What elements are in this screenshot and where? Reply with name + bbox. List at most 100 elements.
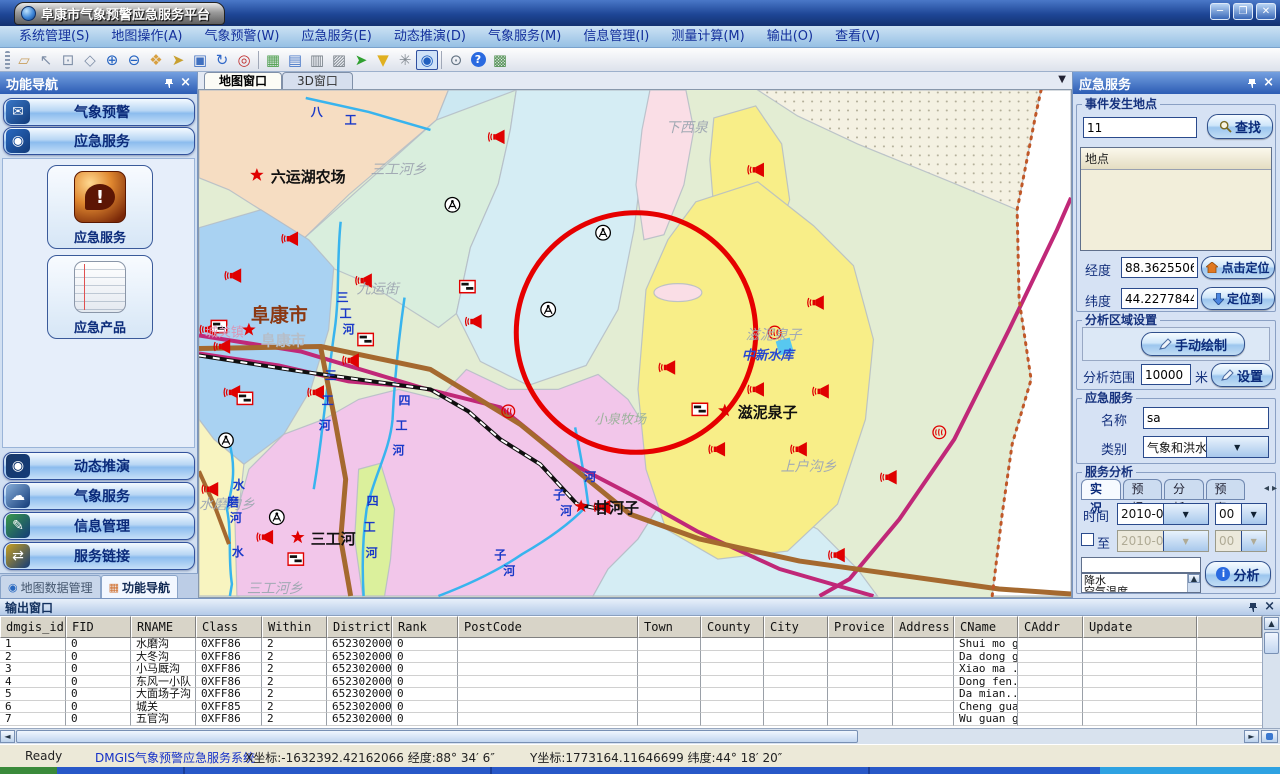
column-header[interactable]: City — [764, 616, 828, 638]
chevron-down-icon[interactable]: ▼ — [1206, 437, 1269, 457]
globe-service-icon[interactable]: ◉ — [416, 50, 438, 70]
output-vertical-scrollbar[interactable]: ▲ — [1262, 616, 1280, 728]
table-row[interactable]: 50大面场子沟0XFF8626523020000Da mian... — [0, 688, 1262, 701]
location-keyword-input[interactable] — [1083, 117, 1197, 138]
column-header[interactable]: Class — [196, 616, 262, 638]
tab-scroll-right-icon[interactable]: ▸ — [1272, 483, 1277, 494]
close-icon[interactable]: × — [1264, 601, 1275, 613]
analysis-range-input[interactable] — [1141, 364, 1191, 385]
menu-item[interactable]: 查看(V) — [824, 26, 891, 47]
scroll-right-icon[interactable]: ► — [1244, 730, 1259, 743]
menu-item[interactable]: 应急服务(E) — [290, 26, 382, 47]
service-type-select[interactable]: 气象和洪水灾害 ▼ — [1143, 436, 1269, 458]
column-header[interactable]: Update — [1083, 616, 1197, 638]
factor-combo[interactable] — [1081, 557, 1201, 573]
date-select[interactable]: 2010-08-13▼ — [1117, 503, 1209, 525]
column-header[interactable]: dmgis_id — [0, 616, 66, 638]
pin-marker-icon[interactable]: ▼ — [372, 50, 394, 70]
tab-实况[interactable]: 实况 — [1081, 479, 1121, 499]
service-link-group[interactable]: ⇄服务链接 — [3, 542, 195, 570]
click-locate-button[interactable]: 点击定位 — [1201, 256, 1275, 279]
green-pointer-icon[interactable]: ➤ — [350, 50, 372, 70]
output-horizontal-scrollbar[interactable]: ◄ ► — [0, 728, 1280, 744]
shortcut-emergency-product[interactable]: 应急产品 — [47, 255, 153, 339]
close-button[interactable]: ✕ — [1256, 3, 1276, 20]
table-row[interactable]: 20大冬沟0XFF8626523020000Da dong gou — [0, 651, 1262, 664]
hour-select[interactable]: 00▼ — [1215, 503, 1267, 525]
pin-icon[interactable] — [1247, 78, 1257, 89]
station-flag-icon[interactable] — [692, 403, 708, 415]
menu-item[interactable]: 气象服务(M) — [477, 26, 572, 47]
map-canvas[interactable]: 六运湖农场三工河乡下西泉九运街阜康市城关镇阜康市滋泥泉子中新水库滋泥泉子小泉牧场… — [198, 90, 1072, 598]
table-row[interactable]: 70五官沟0XFF8626523020000Wu guan gou — [0, 713, 1262, 726]
taskbar-tray-segment[interactable] — [1100, 767, 1280, 774]
print-preview-icon[interactable]: ▨ — [328, 50, 350, 70]
map-window-dropdown-icon[interactable]: ▼ — [1058, 74, 1066, 85]
column-header[interactable]: County — [701, 616, 764, 638]
eye-icon[interactable]: ⊙ — [445, 50, 467, 70]
location-list[interactable]: 地点 — [1080, 147, 1272, 251]
column-header[interactable]: Within — [262, 616, 327, 638]
shortcut-emergency-service[interactable]: ! 应急服务 — [47, 165, 153, 249]
set-range-button[interactable]: 设置 — [1211, 363, 1273, 387]
to-checkbox[interactable] — [1081, 533, 1094, 546]
tab-预案[interactable]: 预案 — [1206, 479, 1246, 499]
longitude-input[interactable] — [1121, 257, 1198, 278]
pan-icon[interactable]: ❖ — [145, 50, 167, 70]
table-row[interactable]: 30小马厩沟0XFF8626523020000Xiao ma ... — [0, 663, 1262, 676]
settings-gear-icon[interactable]: ✳ — [394, 50, 416, 70]
menu-item[interactable]: 测量计算(M) — [660, 26, 755, 47]
tab-功能导航[interactable]: ▦功能导航 — [101, 575, 178, 598]
taskbar-start-segment[interactable] — [0, 767, 57, 774]
refresh-icon[interactable]: ↻ — [211, 50, 233, 70]
weather-service-group[interactable]: ☁气象服务 — [3, 482, 195, 510]
zoom-out-icon[interactable]: ⊖ — [123, 50, 145, 70]
table-row[interactable]: 10水磨沟0XFF8626523020000Shui mo gou — [0, 638, 1262, 651]
snapshot-icon[interactable]: ▩ — [489, 50, 511, 70]
close-icon[interactable]: × — [180, 77, 191, 89]
chevron-down-icon[interactable]: ▼ — [1163, 504, 1209, 524]
menu-item[interactable]: 地图操作(A) — [100, 26, 193, 47]
map-export-icon[interactable]: ▦ — [262, 50, 284, 70]
scroll-up-icon[interactable]: ▲ — [1264, 617, 1279, 630]
info-management-group[interactable]: ✎信息管理 — [3, 512, 195, 540]
print-icon[interactable]: ▥ — [306, 50, 328, 70]
locate-to-button[interactable]: 定位到 — [1201, 287, 1275, 310]
manual-draw-button[interactable]: 手动绘制 — [1141, 332, 1245, 356]
minimize-button[interactable]: ─ — [1210, 3, 1230, 20]
help-icon[interactable]: ? — [467, 50, 489, 70]
select-polygon-icon[interactable]: ◇ — [79, 50, 101, 70]
measure-icon[interactable]: ▱ — [13, 50, 35, 70]
column-header[interactable]: Address — [893, 616, 954, 638]
column-header[interactable]: RNAME — [131, 616, 196, 638]
column-header[interactable]: Provice — [828, 616, 893, 638]
survey-point-icon[interactable] — [541, 302, 556, 317]
image-export-icon[interactable]: ▤ — [284, 50, 306, 70]
latitude-input[interactable] — [1121, 288, 1198, 309]
window-title-tab[interactable]: 阜康市气象预警应急服务平台 — [14, 2, 225, 25]
column-header[interactable]: CName — [954, 616, 1018, 638]
tab-3D窗口[interactable]: 3D窗口 — [282, 72, 353, 89]
identify-icon[interactable]: ◎ — [233, 50, 255, 70]
tab-地图数据管理[interactable]: ◉地图数据管理 — [0, 575, 101, 598]
emergency-service-group[interactable]: ◉应急服务 — [3, 127, 195, 155]
column-header[interactable]: Rank — [392, 616, 458, 638]
column-header[interactable]: PostCode — [458, 616, 638, 638]
pointer-icon[interactable]: ➤ — [167, 50, 189, 70]
tab-预报[interactable]: 预报 — [1123, 479, 1163, 499]
scroll-left-icon[interactable]: ◄ — [0, 730, 15, 743]
column-header[interactable]: FID — [66, 616, 131, 638]
menu-item[interactable]: 输出(O) — [756, 26, 824, 47]
tab-scroll-left-icon[interactable]: ◂ — [1264, 483, 1269, 494]
tab-分析[interactable]: 分析 — [1164, 479, 1204, 499]
service-name-input[interactable] — [1143, 407, 1269, 429]
survey-point-icon[interactable] — [596, 225, 611, 240]
menu-item[interactable]: 气象预警(W) — [193, 26, 290, 47]
survey-point-icon[interactable] — [219, 433, 234, 448]
zoom-in-icon[interactable]: ⊕ — [101, 50, 123, 70]
output-table[interactable]: dmgis_idFIDRNAMEClassWithinDistrictRankP… — [0, 616, 1262, 728]
station-flag-icon[interactable] — [288, 553, 304, 565]
column-header[interactable]: CAddr — [1018, 616, 1083, 638]
station-flag-icon[interactable] — [460, 281, 476, 293]
scroll-thumb[interactable] — [16, 730, 858, 743]
